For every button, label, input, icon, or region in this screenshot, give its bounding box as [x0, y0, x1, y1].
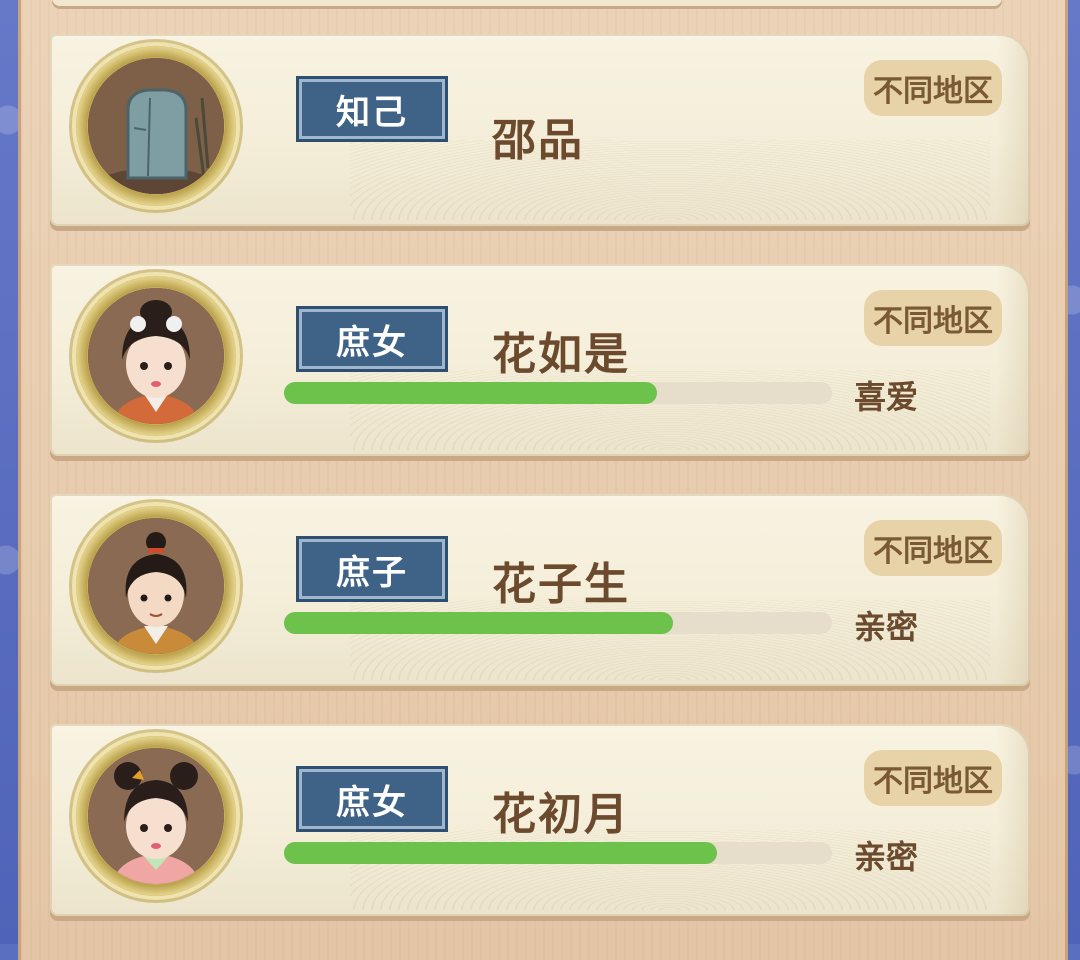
relation-label: 亲密: [854, 608, 919, 646]
identity-tag: 庶女: [296, 766, 448, 832]
affinity-bar: [284, 382, 832, 404]
contact-name: 花子生: [492, 559, 630, 610]
relation-label: 亲密: [854, 838, 919, 876]
relation-label: 喜爱: [854, 378, 919, 416]
region-badge: 不同地区: [864, 290, 1002, 346]
previous-card-edge: [52, 0, 1002, 6]
avatar-frame: [76, 506, 236, 666]
avatar-frame: [76, 276, 236, 436]
affinity-bar-fill: [284, 612, 674, 634]
affinity-bar: [284, 842, 832, 864]
contact-name: 花如是: [492, 329, 630, 380]
contact-card[interactable]: 知己 邵品 不同地区: [50, 34, 1030, 226]
affinity-bar-fill: [284, 842, 717, 864]
contact-name: 邵品: [492, 115, 584, 166]
male-portrait-icon: [88, 518, 224, 654]
identity-tag: 知己: [296, 76, 448, 142]
female-portrait-icon: [88, 288, 224, 424]
region-badge: 不同地区: [864, 520, 1002, 576]
stone-tablet-icon: [88, 58, 224, 194]
contact-card[interactable]: 庶女 花初月 不同地区 亲密: [50, 724, 1030, 916]
affinity-bar-fill: [284, 382, 657, 404]
contact-card[interactable]: 庶女 花如是 不同地区 喜爱: [50, 264, 1030, 456]
avatar-frame: [76, 736, 236, 896]
affinity-bar: [284, 612, 832, 634]
contact-card[interactable]: 庶子 花子生 不同地区 亲密: [50, 494, 1030, 686]
female-portrait-icon: [88, 748, 224, 884]
contact-name: 花初月: [492, 789, 630, 840]
identity-tag: 庶子: [296, 536, 448, 602]
region-badge: 不同地区: [864, 750, 1002, 806]
avatar-frame: [76, 46, 236, 206]
region-badge: 不同地区: [864, 60, 1002, 116]
wave-pattern: [350, 140, 990, 220]
identity-tag: 庶女: [296, 306, 448, 372]
